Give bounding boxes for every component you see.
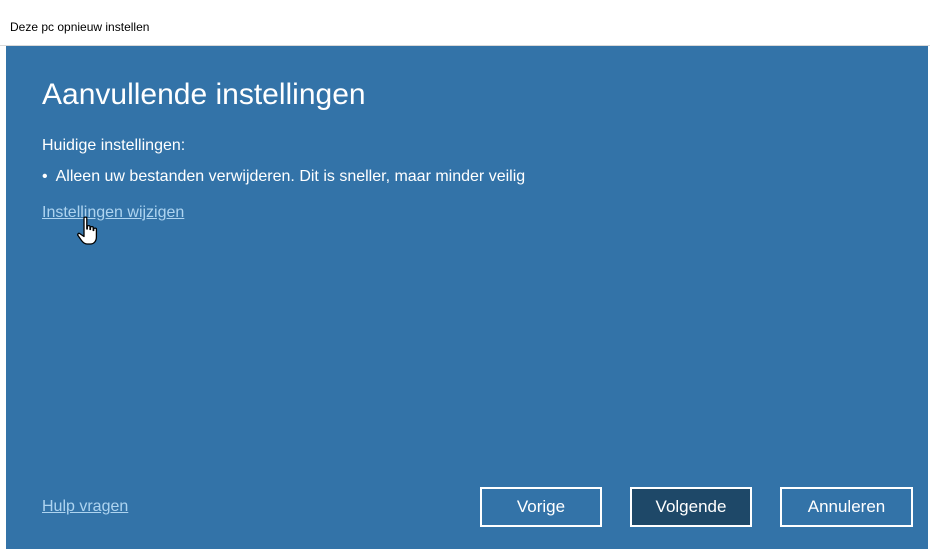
current-setting-text: Alleen uw bestanden verwijderen. Dit is … <box>55 168 526 185</box>
title-bar: Deze pc opnieuw instellen <box>0 0 930 46</box>
change-settings-link[interactable]: Instellingen wijzigen <box>42 204 184 222</box>
current-settings-label: Huidige instellingen: <box>42 137 186 154</box>
cancel-button[interactable]: Annuleren <box>780 487 913 527</box>
previous-button[interactable]: Vorige <box>480 487 602 527</box>
page-heading: Aanvullende instellingen <box>42 78 366 111</box>
hand-pointer-cursor-icon <box>77 216 98 245</box>
window-title: Deze pc opnieuw instellen <box>10 20 150 34</box>
next-button[interactable]: Volgende <box>630 487 752 527</box>
bullet-marker: • <box>42 168 48 185</box>
help-link[interactable]: Hulp vragen <box>42 498 128 516</box>
content-panel: Aanvullende instellingen Huidige instell… <box>6 46 928 549</box>
current-setting-item: • Alleen uw bestanden verwijderen. Dit is… <box>42 168 525 186</box>
reset-pc-window: Deze pc opnieuw instellen Aanvullende in… <box>0 0 930 553</box>
